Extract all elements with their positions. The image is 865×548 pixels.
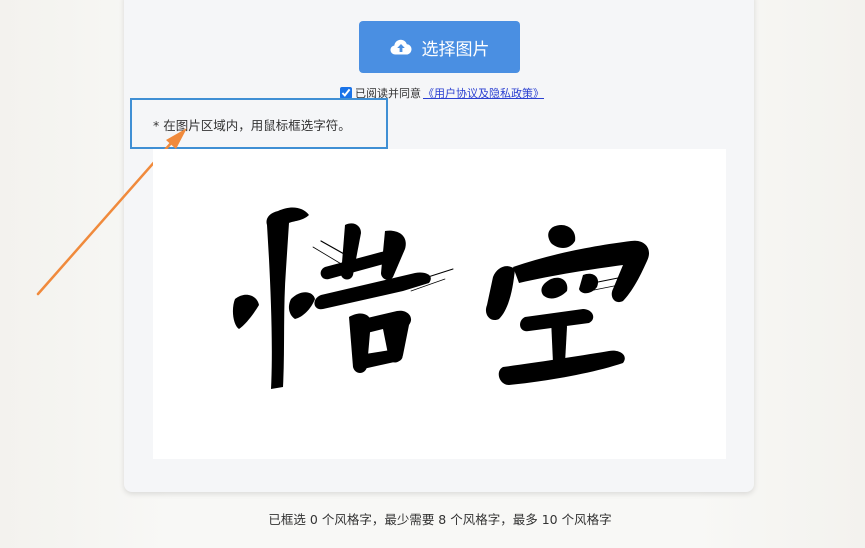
- calligraphy-image-area[interactable]: [153, 149, 726, 459]
- privacy-policy-link[interactable]: 《用户协议及隐私政策》: [423, 85, 544, 101]
- select-image-button[interactable]: 选择图片: [359, 21, 520, 73]
- cloud-upload-icon: [390, 39, 412, 55]
- page: 选择图片 已阅读并同意 《用户协议及隐私政策》 * 在图片区域内，用鼠标框选字符…: [0, 0, 865, 548]
- hint-text: * 在图片区域内，用鼠标框选字符。: [153, 118, 351, 133]
- selection-status: 已框选 0 个风格字，最少需要 8 个风格字，最多 10 个风格字: [268, 512, 612, 527]
- calligraphy-image: [232, 207, 650, 389]
- select-image-label: 选择图片: [421, 39, 490, 60]
